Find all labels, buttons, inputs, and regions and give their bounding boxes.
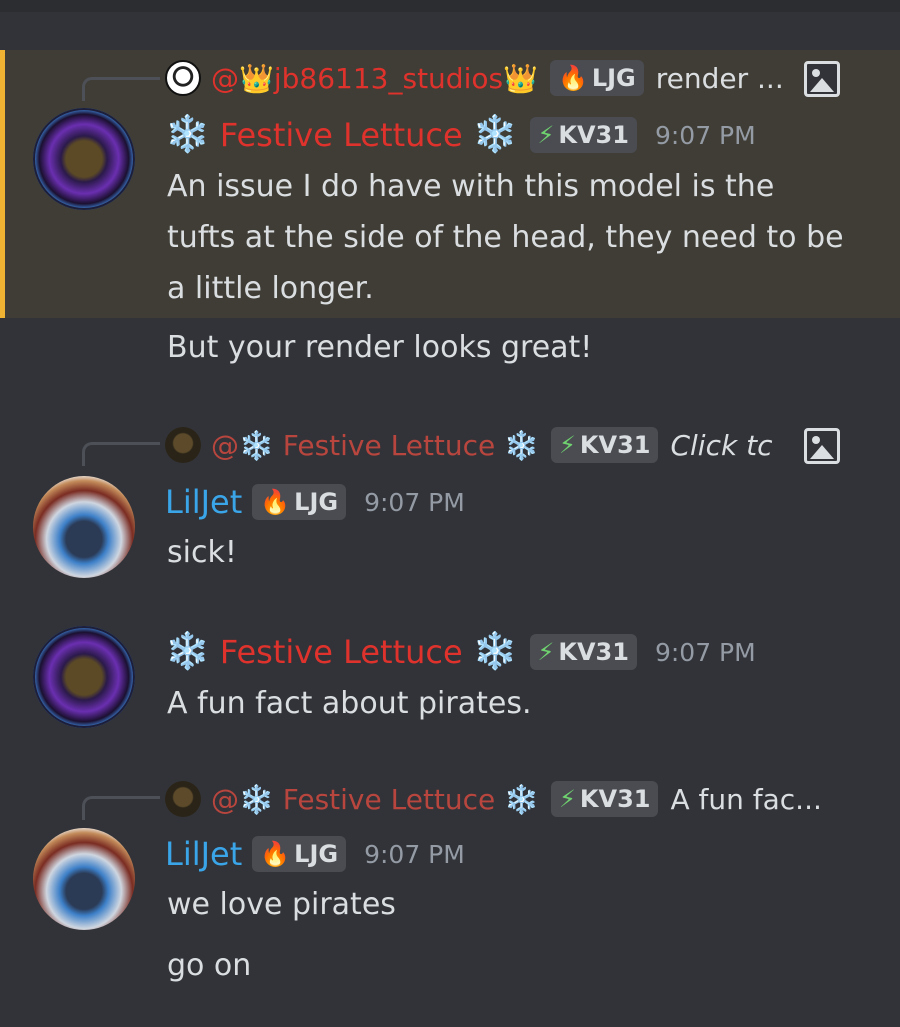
message-header: ❄️ Festive Lettuce ❄️ ⚡ KV31 9:07 PM	[165, 110, 756, 160]
avatar-festive-lettuce[interactable]	[33, 626, 135, 728]
role-tag: 🔥 LJG	[549, 60, 644, 96]
timestamp: 9:07 PM	[364, 487, 465, 517]
timestamp: 9:07 PM	[364, 839, 465, 869]
avatar-festive-lettuce[interactable]	[33, 108, 135, 210]
reply-preview[interactable]: @👑jb86113_studios👑 🔥 LJG render ...	[165, 58, 845, 98]
flame-icon: 🔥	[557, 64, 588, 92]
reply-mention[interactable]: @❄️ Festive Lettuce ❄️	[211, 783, 539, 816]
reply-preview[interactable]: @❄️ Festive Lettuce ❄️ ⚡ KV31 Click tc	[165, 425, 785, 465]
username[interactable]: Festive Lettuce	[220, 116, 463, 154]
message-text: we love pirates	[167, 887, 396, 922]
role-tag: ⚡ KV31	[551, 427, 659, 463]
reply-preview-text[interactable]: A fun fac...	[670, 783, 821, 816]
bolt-icon: ⚡	[559, 785, 576, 813]
avatar-liljet[interactable]	[33, 476, 135, 578]
reply-connector	[82, 77, 160, 101]
message-text: go on	[167, 948, 252, 983]
bolt-icon: ⚡	[537, 638, 555, 666]
username[interactable]: LilJet	[165, 835, 242, 873]
reply-avatar[interactable]	[165, 427, 201, 463]
image-icon[interactable]	[804, 61, 840, 97]
flame-icon: 🔥	[260, 488, 291, 516]
role-tag: 🔥 LJG	[252, 484, 347, 520]
reply-mention[interactable]: @❄️ Festive Lettuce ❄️	[211, 429, 539, 462]
bolt-icon: ⚡	[537, 121, 555, 149]
bolt-icon: ⚡	[559, 431, 576, 459]
flame-icon: 🔥	[260, 840, 291, 868]
message-text: A fun fact about pirates.	[167, 686, 532, 721]
message-text: An issue I do have with this model is th…	[167, 169, 844, 306]
timestamp: 9:07 PM	[654, 637, 756, 667]
username[interactable]: Festive Lettuce	[220, 633, 463, 671]
reply-preview[interactable]: @❄️ Festive Lettuce ❄️ ⚡ KV31 A fun fac..…	[165, 779, 845, 819]
message-header: ❄️ Festive Lettuce ❄️ ⚡ KV31 9:07 PM	[165, 627, 756, 677]
username[interactable]: LilJet	[165, 483, 242, 521]
role-tag: ⚡ KV31	[529, 117, 637, 153]
snowflake-icon: ❄️	[472, 631, 518, 672]
snowflake-icon: ❄️	[165, 114, 210, 155]
timestamp: 9:07 PM	[654, 120, 756, 150]
avatar-liljet[interactable]	[33, 828, 135, 930]
snowflake-icon: ❄️	[165, 631, 210, 672]
message-text: sick!	[167, 535, 237, 570]
reply-connector	[82, 796, 160, 820]
reply-avatar[interactable]	[165, 781, 201, 817]
message-text: But your render looks great!	[167, 330, 593, 365]
reply-mention[interactable]: @👑jb86113_studios👑	[211, 62, 538, 95]
message-header: LilJet 🔥 LJG 9:07 PM	[165, 829, 465, 879]
snowflake-icon: ❄️	[472, 114, 518, 155]
reply-preview-text[interactable]: Click tc	[670, 429, 772, 462]
role-tag: ⚡ KV31	[529, 634, 637, 670]
message-header: LilJet 🔥 LJG 9:07 PM	[165, 477, 465, 527]
top-bar	[0, 0, 900, 12]
role-tag: 🔥 LJG	[252, 836, 347, 872]
reply-connector	[82, 442, 160, 466]
reply-preview-text[interactable]: render ...	[656, 62, 784, 95]
reply-avatar[interactable]	[165, 60, 201, 96]
image-icon[interactable]	[804, 428, 840, 464]
role-tag: ⚡ KV31	[551, 781, 659, 817]
